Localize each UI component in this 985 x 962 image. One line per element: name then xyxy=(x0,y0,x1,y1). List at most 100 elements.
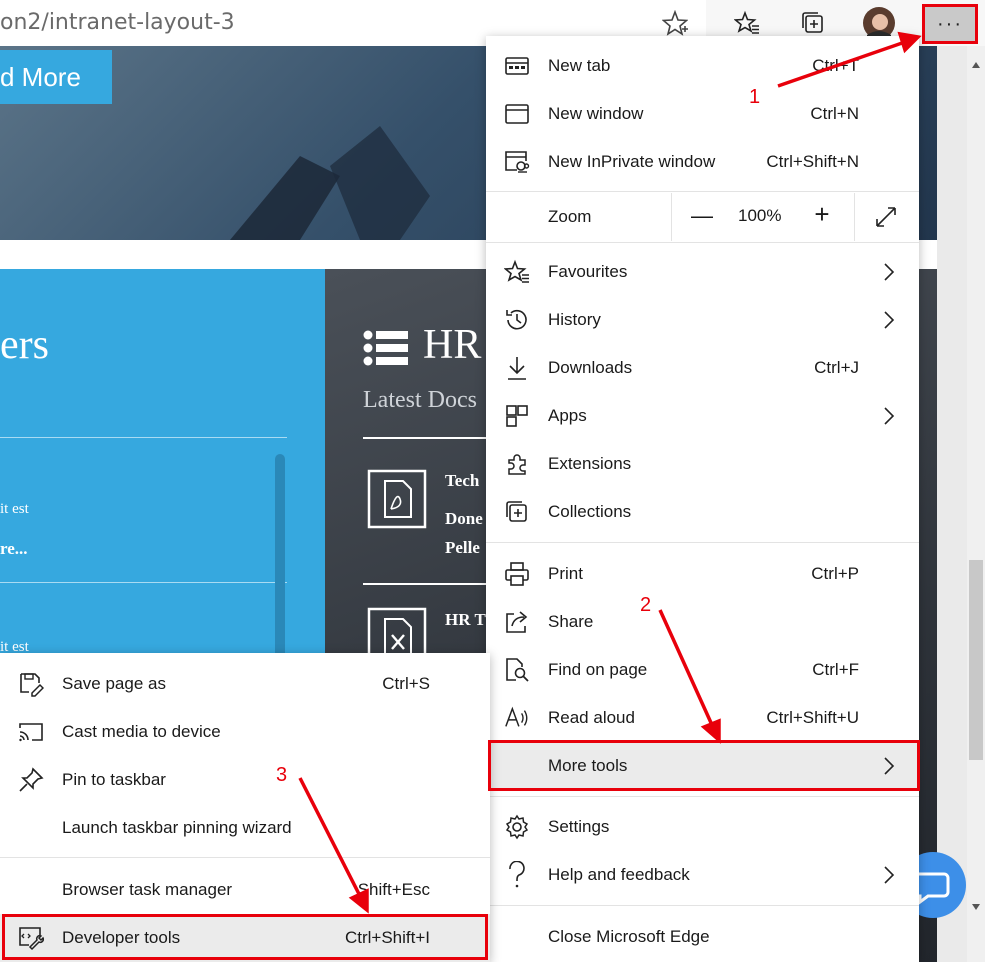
menu-item-settings[interactable]: Settings xyxy=(486,803,919,851)
read-aloud-icon xyxy=(504,705,530,731)
new-tab-icon xyxy=(504,53,530,79)
menu-item-label: Downloads xyxy=(548,358,633,377)
zoom-divider xyxy=(854,193,855,241)
more-tools-highlight xyxy=(488,740,920,791)
doc-text: Done xyxy=(445,509,483,528)
inprivate-icon xyxy=(504,149,530,175)
menu-item-shortcut: Shift+Esc xyxy=(357,880,430,899)
apps-icon xyxy=(504,403,530,429)
collections-icon xyxy=(504,499,530,525)
settings-and-more-button[interactable]: ··· xyxy=(922,4,978,44)
menu-item-read-aloud[interactable]: Read aloud Ctrl+Shift+U xyxy=(486,694,919,742)
news-panel: ers it est re... it est xyxy=(0,269,325,659)
menu-item-label: Extensions xyxy=(548,454,632,473)
menu-item-shortcut: Ctrl+F xyxy=(812,660,859,679)
menu-item-print[interactable]: Print Ctrl+P xyxy=(486,550,919,598)
help-icon xyxy=(504,861,530,888)
scrollbar-thumb[interactable] xyxy=(969,560,983,760)
menu-separator xyxy=(486,191,919,192)
menu-separator xyxy=(486,542,919,543)
menu-item-collections[interactable]: Collections xyxy=(486,488,919,536)
divider xyxy=(363,583,493,585)
page-scrollbar[interactable] xyxy=(967,46,985,962)
menu-item-cast-media[interactable]: Cast media to device xyxy=(0,708,490,756)
menu-item-extensions[interactable]: Extensions xyxy=(486,440,919,488)
menu-item-help-and-feedback[interactable]: Help and feedback xyxy=(486,851,919,899)
menu-item-close-edge[interactable]: Close Microsoft Edge xyxy=(486,913,919,961)
url-text[interactable]: on2/intranet-layout-3 xyxy=(0,10,235,35)
zoom-in-button[interactable]: + xyxy=(808,199,836,230)
menu-item-shortcut: Ctrl+P xyxy=(811,564,859,583)
menu-item-new-window[interactable]: New window Ctrl+N xyxy=(486,90,919,138)
menu-item-new-inprivate-window[interactable]: New InPrivate window Ctrl+Shift+N xyxy=(486,138,919,186)
chevron-right-icon xyxy=(883,262,895,282)
menu-item-label: Collections xyxy=(548,502,632,521)
step-2-label: 2 xyxy=(640,594,652,616)
divider xyxy=(363,437,493,439)
menu-item-label: Save page as xyxy=(62,674,166,693)
zoom-level: 100% xyxy=(738,206,782,225)
menu-item-label: Browser task manager xyxy=(62,880,233,899)
pin-icon xyxy=(18,767,44,793)
collections-icon[interactable] xyxy=(796,6,830,40)
menu-item-label: New tab xyxy=(548,56,611,75)
menu-item-label: Favourites xyxy=(548,262,628,281)
menu-item-label: Pin to taskbar xyxy=(62,770,166,789)
news-heading: ers xyxy=(0,322,49,368)
news-text: it est xyxy=(0,501,29,517)
menu-separator xyxy=(486,905,919,906)
menu-item-pin-to-taskbar[interactable]: Pin to taskbar xyxy=(0,756,490,804)
menu-item-label: Cast media to device xyxy=(62,722,221,741)
menu-item-save-page-as[interactable]: Save page as Ctrl+S xyxy=(0,660,490,708)
menu-item-favourites[interactable]: Favourites xyxy=(486,248,919,296)
zoom-out-button[interactable]: — xyxy=(688,203,716,229)
menu-item-history[interactable]: History xyxy=(486,296,919,344)
doc-text: Pelle xyxy=(445,538,480,557)
share-icon xyxy=(504,609,530,635)
hr-heading: HR xyxy=(423,322,482,368)
menu-item-downloads[interactable]: Downloads Ctrl+J xyxy=(486,344,919,392)
chevron-right-icon xyxy=(883,406,895,426)
zoom-divider xyxy=(671,193,672,241)
menu-item-label: Close Microsoft Edge xyxy=(548,927,710,946)
read-more-button[interactable]: d More xyxy=(0,50,112,104)
menu-item-new-tab[interactable]: New tab Ctrl+T xyxy=(486,42,919,90)
settings-and-more-menu: New tab Ctrl+T New window Ctrl+N New InP… xyxy=(486,36,919,962)
divider xyxy=(0,582,287,583)
menu-item-label: New window xyxy=(548,104,644,123)
menu-item-shortcut: Ctrl+S xyxy=(382,674,430,693)
list-icon xyxy=(363,329,409,367)
zoom-label: Zoom xyxy=(548,207,592,226)
page-edge xyxy=(937,46,967,962)
menu-item-zoom: Zoom — 100% + xyxy=(486,193,919,241)
menu-item-find-on-page[interactable]: Find on page Ctrl+F xyxy=(486,646,919,694)
news-link[interactable]: re... xyxy=(0,539,28,559)
favourites-icon[interactable] xyxy=(730,6,764,40)
find-icon xyxy=(504,657,530,683)
profile-avatar[interactable] xyxy=(862,6,896,40)
fullscreen-icon[interactable] xyxy=(874,205,898,229)
menu-item-label: Settings xyxy=(548,817,610,836)
menu-item-shortcut: Ctrl+Shift+U xyxy=(766,708,859,727)
menu-separator xyxy=(486,796,919,797)
menu-item-apps[interactable]: Apps xyxy=(486,392,919,440)
new-window-icon xyxy=(504,101,530,127)
doc-title[interactable]: HR T xyxy=(445,610,486,630)
menu-item-label: Share xyxy=(548,612,594,631)
developer-tools-highlight xyxy=(2,914,488,960)
pdf-file-icon xyxy=(367,469,427,529)
add-favourite-star-icon[interactable] xyxy=(662,10,688,36)
menu-item-label: Apps xyxy=(548,406,587,425)
menu-item-shortcut: Ctrl+T xyxy=(812,56,859,75)
menu-item-browser-task-manager[interactable]: Browser task manager Shift+Esc xyxy=(0,866,490,914)
step-3-label: 3 xyxy=(276,764,288,786)
menu-item-label: Print xyxy=(548,564,583,583)
panel-scrollbar[interactable] xyxy=(275,454,285,659)
favourites-icon xyxy=(504,259,530,285)
menu-item-taskbar-pinning-wizard[interactable]: Launch taskbar pinning wizard xyxy=(0,804,490,852)
menu-item-shortcut: Ctrl+N xyxy=(810,104,859,123)
menu-item-share[interactable]: Share xyxy=(486,598,919,646)
menu-item-label: New InPrivate window xyxy=(548,152,716,171)
divider xyxy=(0,437,287,438)
doc-title[interactable]: Tech xyxy=(445,471,479,491)
